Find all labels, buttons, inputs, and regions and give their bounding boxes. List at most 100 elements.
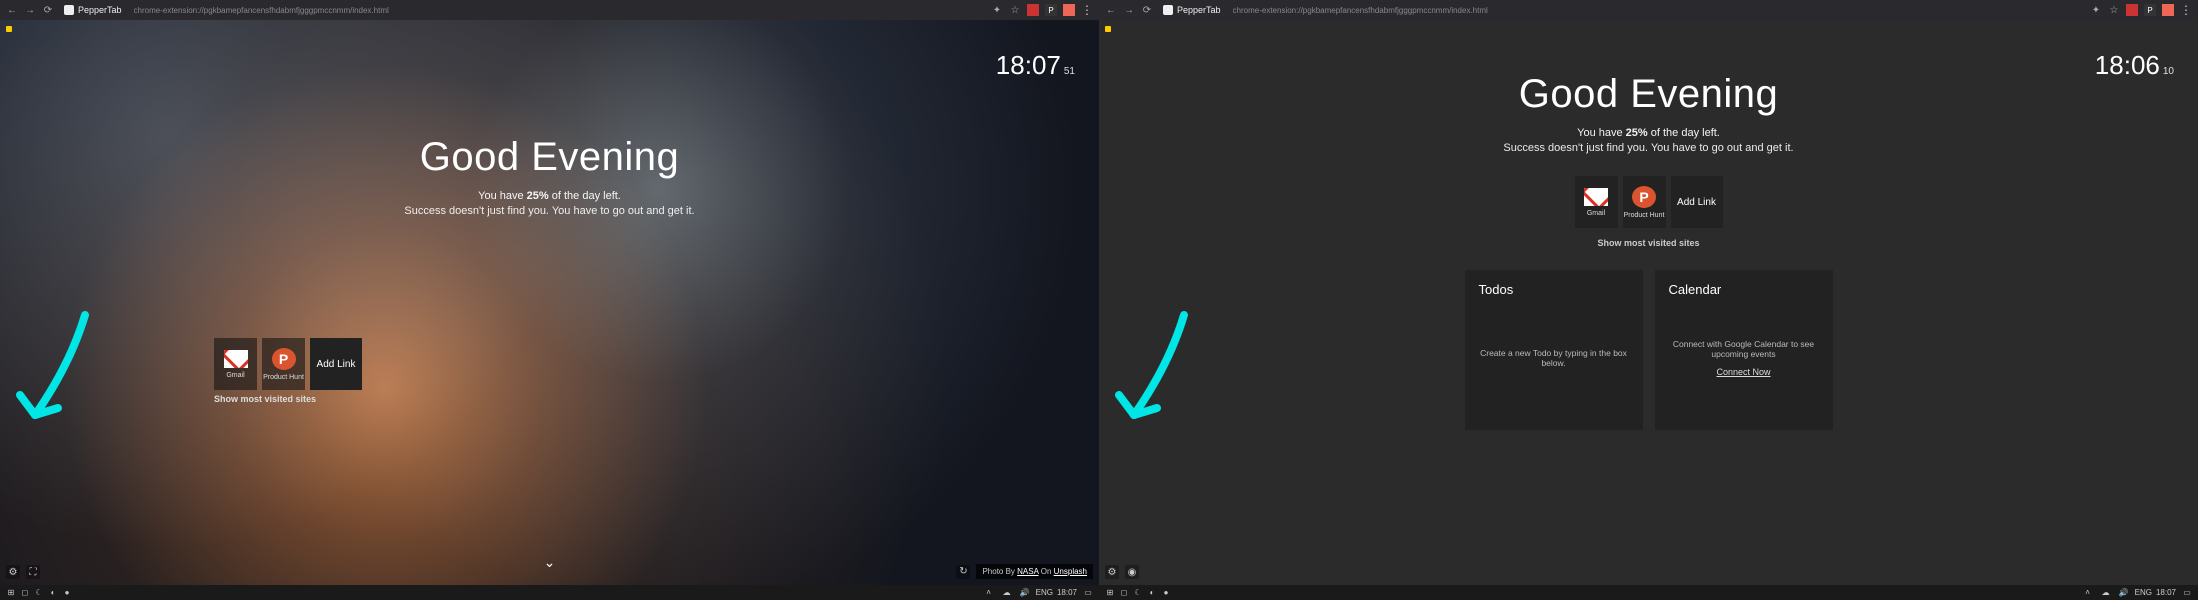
add-link-button[interactable]: Add Link — [310, 338, 362, 390]
bookmark-indicator[interactable] — [6, 26, 12, 32]
task-icon-3[interactable]: ◐ — [1145, 586, 1159, 600]
clock-seconds: 51 — [1064, 66, 1075, 77]
clock-seconds: 10 — [2163, 66, 2174, 77]
corner-controls-bl: ⚙ ◉ — [1105, 565, 1139, 579]
widget-title: Calendar — [1669, 282, 1819, 297]
extension-icon-1[interactable] — [1027, 4, 1039, 16]
tray-time[interactable]: 18:07 — [1057, 588, 1077, 597]
chrome-menu-icon[interactable]: ⋮ — [2180, 3, 2192, 17]
gmail-icon — [224, 350, 248, 368]
camera-icon[interactable]: ◉ — [1125, 565, 1139, 579]
greeting: Good Evening — [1099, 72, 2198, 117]
clock-hm: 18:07 — [996, 50, 1061, 80]
tray-icon-2[interactable]: 🔊 — [2117, 586, 2131, 600]
hero: Good Evening You have 25% of the day lef… — [1099, 72, 2198, 154]
back-icon[interactable]: ← — [1105, 4, 1117, 16]
extension-icon-1[interactable] — [2126, 4, 2138, 16]
tray-lang[interactable]: ENG — [1036, 588, 1053, 597]
taskbar-right: ⊞ ◻ ☾ ◐ ● ˄ ☁ 🔊 ENG 18:07 ▭ — [1099, 585, 2198, 600]
gear-icon[interactable]: ⚙ — [6, 565, 20, 579]
reload-icon[interactable]: ⟳ — [1141, 4, 1153, 16]
forward-icon[interactable]: → — [24, 4, 36, 16]
task-icon-2[interactable]: ☾ — [32, 586, 46, 600]
link-tile-gmail[interactable]: Gmail — [1575, 176, 1618, 228]
bookmark-indicator[interactable] — [1105, 26, 1111, 32]
hero: Good Evening You have 25% of the day lef… — [0, 135, 1099, 217]
start-icon[interactable]: ⊞ — [4, 586, 18, 600]
tab-title: PepperTab — [1163, 5, 1221, 15]
reload-icon[interactable]: ⟳ — [42, 4, 54, 16]
tile-label: Gmail — [1587, 210, 1605, 217]
clock: 18:0751 — [996, 50, 1075, 81]
tab-title-text: PepperTab — [78, 5, 122, 15]
extension-favicon — [64, 5, 74, 15]
notifications-icon[interactable]: ▭ — [1081, 586, 1095, 600]
tab-title: PepperTab — [64, 5, 122, 15]
tray-icon-2[interactable]: 🔊 — [1018, 586, 1032, 600]
calendar-widget: Calendar Connect with Google Calendar to… — [1655, 270, 1833, 430]
producthunt-icon: P — [272, 348, 296, 370]
extension-icon-2[interactable]: P — [2144, 4, 2156, 16]
day-left-text: You have 25% of the day left. — [1099, 127, 2198, 139]
link-tile-gmail[interactable]: Gmail — [214, 338, 257, 390]
task-icon-4[interactable]: ● — [1159, 586, 1173, 600]
chevron-down-icon[interactable]: ⌄ — [544, 554, 556, 571]
taskbar-left: ⊞ ◻ ☾ ◐ ● ˄ ☁ 🔊 ENG 18:07 ▭ — [0, 585, 1099, 600]
show-most-visited-link[interactable]: Show most visited sites — [1099, 238, 2198, 248]
tray-time[interactable]: 18:07 — [2156, 588, 2176, 597]
browser-chrome-left: ← → ⟳ PepperTab chrome-extension://pgkba… — [0, 0, 1099, 20]
task-icon-3[interactable]: ◐ — [46, 586, 60, 600]
gear-icon[interactable]: ⚙ — [1105, 565, 1119, 579]
todos-hint: Create a new Todo by typing in the box b… — [1479, 348, 1629, 368]
tray-chevron-icon[interactable]: ˄ — [2081, 586, 2095, 600]
tray-chevron-icon[interactable]: ˄ — [982, 586, 996, 600]
todos-widget: Todos Create a new Todo by typing in the… — [1465, 270, 1643, 430]
task-icon-2[interactable]: ☾ — [1131, 586, 1145, 600]
tile-label: Gmail — [226, 372, 244, 379]
address-bar[interactable]: chrome-extension://pgkbamepfancensfhdabm… — [1233, 6, 2084, 15]
calendar-connect-link[interactable]: Connect Now — [1716, 367, 1770, 377]
task-icon-1[interactable]: ◻ — [1117, 586, 1131, 600]
quick-links: Gmail P Product Hunt Add Link — [1099, 176, 2198, 228]
chrome-menu-icon[interactable]: ⋮ — [1081, 3, 1093, 17]
show-most-visited-link[interactable]: Show most visited sites — [214, 394, 316, 404]
tile-label: Product Hunt — [263, 374, 304, 381]
link-tile-producthunt[interactable]: P Product Hunt — [1623, 176, 1666, 228]
quick-links: Gmail P Product Hunt Add Link — [214, 338, 362, 390]
translate-icon[interactable]: ✦ — [991, 4, 1003, 16]
fullscreen-icon[interactable]: ⛶ — [26, 565, 40, 579]
extension-icon-2[interactable]: P — [1045, 4, 1057, 16]
link-tile-producthunt[interactable]: P Product Hunt — [262, 338, 305, 390]
task-icon-4[interactable]: ● — [60, 586, 74, 600]
tray-lang[interactable]: ENG — [2135, 588, 2152, 597]
tray-icon-1[interactable]: ☁ — [1000, 586, 1014, 600]
day-left-text: You have 25% of the day left. — [0, 190, 1099, 202]
credit-source-link[interactable]: Unsplash — [1054, 567, 1087, 576]
greeting: Good Evening — [0, 135, 1099, 180]
extension-icon-3[interactable] — [2162, 4, 2174, 16]
address-bar[interactable]: chrome-extension://pgkbamepfancensfhdabm… — [134, 6, 985, 15]
extension-icon-3[interactable] — [1063, 4, 1075, 16]
quote: Success doesn't just find you. You have … — [1099, 142, 2198, 154]
back-icon[interactable]: ← — [6, 4, 18, 16]
add-link-button[interactable]: Add Link — [1671, 176, 1723, 228]
refresh-bg-icon[interactable]: ↻ — [956, 565, 970, 579]
clock: 18:0610 — [2095, 50, 2174, 81]
calendar-hint: Connect with Google Calendar to see upco… — [1669, 339, 1819, 359]
start-icon[interactable]: ⊞ — [1103, 586, 1117, 600]
notifications-icon[interactable]: ▭ — [2180, 586, 2194, 600]
star-icon[interactable]: ☆ — [1009, 4, 1021, 16]
corner-controls-br: ↻ Photo By NASA On Unsplash — [956, 564, 1093, 579]
credit-author-link[interactable]: NASA — [1017, 567, 1038, 576]
tile-label: Product Hunt — [1624, 212, 1665, 219]
extension-favicon — [1163, 5, 1173, 15]
gmail-icon — [1584, 188, 1608, 206]
star-icon[interactable]: ☆ — [2108, 4, 2120, 16]
tray-icon-1[interactable]: ☁ — [2099, 586, 2113, 600]
corner-controls-bl: ⚙ ⛶ — [6, 565, 40, 579]
widget-title: Todos — [1479, 282, 1629, 297]
forward-icon[interactable]: → — [1123, 4, 1135, 16]
widgets-row: Todos Create a new Todo by typing in the… — [1099, 270, 2198, 430]
task-icon-1[interactable]: ◻ — [18, 586, 32, 600]
translate-icon[interactable]: ✦ — [2090, 4, 2102, 16]
